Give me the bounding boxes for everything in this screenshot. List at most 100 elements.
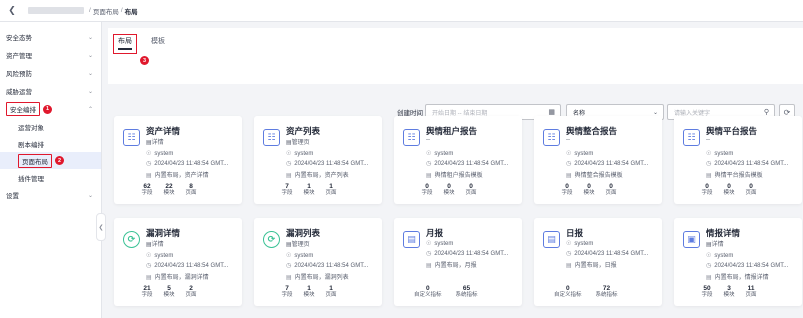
sidebar-item-label: 运营对象 <box>18 124 44 132</box>
sidebar-item-label: 剧本编排 <box>18 141 44 149</box>
sidebar-item-threat-operations[interactable]: 威胁运营 ⌄ <box>0 82 101 100</box>
sidebar-item-settings[interactable]: 设置 ⌄ <box>0 186 101 204</box>
card-time: ◷ 2024/04/23 11:48:54 GMT... <box>286 263 369 269</box>
stat-label: 模块 <box>303 292 315 298</box>
sidebar-item-operation-objects[interactable]: 运营对象 <box>0 118 101 135</box>
card-title: 漏洞列表 <box>286 228 321 238</box>
stat-value: 21 <box>143 285 151 292</box>
user-icon: ☉ <box>146 151 152 157</box>
user-icon: ☉ <box>286 151 292 157</box>
layout-card[interactable]: ▤ 月报 ☉ system ◷ 2024/04/23 11:48:54 GMT...… <box>394 218 522 306</box>
sidebar-item-label: 设置 <box>6 193 19 200</box>
stat-value: 62 <box>143 183 151 190</box>
stat-label: 模块 <box>723 292 735 298</box>
sidebar-item-risk-prevention[interactable]: 风险预防 ⌄ <box>0 64 101 82</box>
stat-value: 7 <box>285 285 289 292</box>
tabs-panel: 布局 3 模板 <box>108 28 803 84</box>
sidebar-item-label: 安全态势 <box>6 35 32 42</box>
stat-value: 0 <box>425 285 430 292</box>
tab-layout[interactable]: 布局 <box>113 34 137 54</box>
chevron-left-icon[interactable]: ❮ <box>6 5 18 17</box>
user-icon: ☉ <box>286 253 292 259</box>
stat-value: 72 <box>602 285 611 292</box>
stat-label: 模块 <box>583 190 595 196</box>
card-time: ◷ 2024/04/23 11:48:54 GMT... <box>706 161 789 167</box>
card-owner: ☉ system <box>706 253 734 259</box>
card-time: ◷ 2024/04/23 11:48:54 GMT... <box>286 161 369 167</box>
sidebar-item-label: 风险预防 <box>6 71 32 78</box>
stat-value: 0 <box>587 183 591 190</box>
card-owner: ☉ system <box>566 151 594 157</box>
stat-value: 0 <box>565 183 569 190</box>
card-subtitle: -- <box>566 137 570 143</box>
tab-template[interactable]: 模板 <box>151 36 165 46</box>
stat-label: 页面 <box>745 190 757 196</box>
breadcrumb-current: 布局 <box>124 8 138 16</box>
layout-card-icon: ☷ <box>403 129 420 146</box>
tag-icon: ▤ <box>146 173 152 179</box>
sidebar-item-page-layout[interactable]: 页面布局 2 <box>0 152 101 169</box>
layout-card[interactable]: ☷ 舆情平台报告 -- ☉ system ◷ 2024/04/23 11:48:54… <box>674 116 802 204</box>
sidebar-collapse-handle[interactable]: ❮ <box>96 213 106 241</box>
stat-value: 1 <box>329 285 333 292</box>
card-title: 月报 <box>426 228 444 238</box>
report-icon: ▤ <box>543 231 560 248</box>
stat-value: 0 <box>425 183 429 190</box>
card-tag: ▤ 内置布局，情报详情 <box>706 275 769 281</box>
sidebar-item-plugin-management[interactable]: 插件管理 <box>0 169 101 186</box>
card-time: ◷ 2024/04/23 11:48:54 GMT... <box>706 263 789 269</box>
tag-icon: ▤ <box>286 173 292 179</box>
stat-value: 0 <box>565 285 570 292</box>
card-stats: 0 字段 0 模块 0 页面 <box>420 183 478 197</box>
card-time: ◷ 2024/04/23 11:48:54 GMT... <box>426 251 509 257</box>
user-icon: ☉ <box>566 151 572 157</box>
card-tag: ▤ 内置布局，月报 <box>426 263 477 269</box>
card-tag: ▤ 舆情租户报告模板 <box>426 173 483 179</box>
tag-icon: ▤ <box>706 275 712 281</box>
search-icon[interactable]: ⚲ <box>764 108 769 116</box>
stat-label: 页面 <box>325 190 337 196</box>
stat-value: 0 <box>469 183 473 190</box>
breadcrumb-item[interactable]: 页面布局 <box>93 6 119 16</box>
card-owner: ☉ system <box>706 151 734 157</box>
stat-label: 自定义指标 <box>554 292 582 298</box>
stat-value: 65 <box>462 285 471 292</box>
card-owner: ☉ system <box>146 151 174 157</box>
stat-value: 0 <box>749 183 753 190</box>
layout-card[interactable]: ☷ 资产详情 ▤详情 ☉ system ◷ 2024/04/23 11:48:54 … <box>114 116 242 204</box>
sidebar-item-asset-management[interactable]: 资产管理 ⌄ <box>0 46 101 64</box>
step-badge: 1 <box>43 104 52 114</box>
tab-label: 布局 <box>118 38 132 45</box>
card-stats: 0 字段 0 模块 0 页面 <box>700 183 758 197</box>
breadcrumb-separator: / <box>120 7 123 14</box>
layout-card[interactable]: ⟳ 漏洞详情 ▤详情 ☉ system ◷ 2024/04/23 11:48:54 … <box>114 218 242 306</box>
layout-card[interactable]: ⟳ 漏洞列表 ▤管理页 ☉ system ◷ 2024/04/23 11:48:54… <box>254 218 382 306</box>
card-tag: ▤ 舆情整合报告模板 <box>566 173 623 179</box>
calendar-icon[interactable]: ▦ <box>548 108 555 116</box>
layout-card[interactable]: ▤ 日报 ☉ system ◷ 2024/04/23 11:48:54 GMT...… <box>534 218 662 306</box>
card-tag: ▤ 内置布局，资产列表 <box>286 173 349 179</box>
stat-value: 0 <box>727 183 731 190</box>
layout-card[interactable]: ▣ 情报详情 ▤详情 ☉ system ◷ 2024/04/23 11:48:54 … <box>674 218 802 306</box>
sidebar-item-label: 安全编排 <box>6 102 40 116</box>
card-stats: 21 字段 5 模块 2 页面 <box>140 285 198 299</box>
stat-label: 字段 <box>141 190 153 196</box>
layout-card[interactable]: ☷ 舆情整合报告 -- ☉ system ◷ 2024/04/23 11:48:54… <box>534 116 662 204</box>
card-subtitle: ▤详情 <box>706 242 724 248</box>
sidebar-item-security-posture[interactable]: 安全态势 ⌄ <box>0 28 101 46</box>
chevron-up-icon: ⌃ <box>87 106 93 113</box>
stat-label: 页面 <box>185 190 197 196</box>
card-subtitle: -- <box>426 137 430 143</box>
layout-card-icon: ☷ <box>123 129 140 146</box>
tag-icon: ▤ <box>146 275 152 281</box>
layout-card[interactable]: ☷ 舆情租户报告 -- ☉ system ◷ 2024/04/23 11:48:54… <box>394 116 522 204</box>
layout-card[interactable]: ☷ 资产列表 ▤管理页 ☉ system ◷ 2024/04/23 11:48:54… <box>254 116 382 204</box>
sidebar-item-security-orchestration[interactable]: 安全编排 1 ⌃ <box>0 100 101 118</box>
step-badge: 3 <box>140 56 149 65</box>
clock-icon: ◷ <box>566 251 572 257</box>
sidebar-item-label: 资产管理 <box>6 53 32 60</box>
sidebar-item-playbook-orchestration[interactable]: 剧本编排 <box>0 135 101 152</box>
breadcrumb-root-redacted[interactable] <box>28 7 84 14</box>
stat-value: 3 <box>727 285 731 292</box>
stat-label: 系统指标 <box>455 292 478 298</box>
